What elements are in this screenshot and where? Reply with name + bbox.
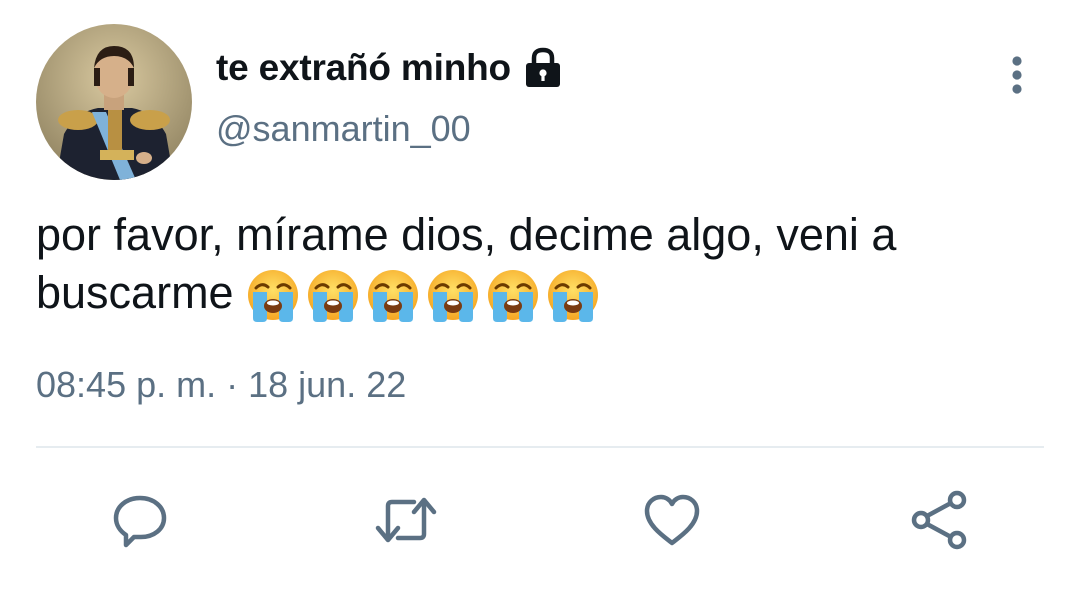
lock-icon: [523, 47, 563, 89]
more-vertical-icon: [1012, 56, 1022, 94]
loudly-crying-face-emoji: [547, 270, 598, 322]
timestamp[interactable]: 08:45 p. m. · 18 jun. 22: [36, 364, 406, 406]
tweet-date: 18 jun. 22: [248, 364, 407, 405]
like-button[interactable]: [640, 488, 704, 552]
retweet-button[interactable]: [374, 488, 438, 552]
user-handle[interactable]: @sanmartin_00: [216, 108, 471, 150]
divider: [36, 446, 1044, 448]
share-icon: [911, 490, 967, 550]
loudly-crying-face-emoji: [247, 270, 298, 322]
emoji-row: [246, 268, 606, 322]
reply-button[interactable]: [108, 488, 172, 552]
share-button[interactable]: [908, 488, 972, 552]
display-name-row: te extrañó minho: [216, 44, 563, 92]
loudly-crying-face-emoji: [307, 270, 358, 322]
tweet-time: 08:45 p. m.: [36, 364, 217, 405]
loudly-crying-face-emoji: [487, 270, 538, 322]
like-icon: [644, 494, 700, 546]
more-options-button[interactable]: [1000, 52, 1034, 98]
retweet-icon: [375, 497, 437, 543]
avatar[interactable]: [36, 24, 192, 180]
loudly-crying-face-emoji: [427, 270, 478, 322]
reply-icon: [113, 495, 167, 548]
loudly-crying-face-emoji: [367, 270, 418, 322]
display-name[interactable]: te extrañó minho: [216, 47, 511, 89]
timestamp-separator: ·: [216, 364, 249, 405]
tweet-text: por favor, mírame dios, decime algo, ven…: [36, 206, 1046, 322]
